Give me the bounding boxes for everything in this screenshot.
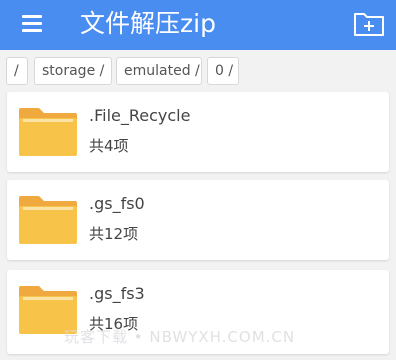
folder-item-count: 共12项 [89,225,139,243]
breadcrumb-0[interactable]: 0 / [207,57,239,85]
folder-icon [19,108,77,156]
folder-name: .gs_fs3 [89,284,145,303]
watermark: 玩客下载 • NBWYXH.COM.CN [64,328,296,346]
new-folder-plus-icon [354,13,384,36]
list-item-folder[interactable]: .File_Recycle 共4项 [7,92,389,172]
new-folder-button[interactable] [352,10,386,38]
breadcrumb-emulated[interactable]: emulated / [116,57,202,85]
hamburger-menu-icon [22,15,42,18]
list-item-folder[interactable]: .gs_fs0 共12项 [7,180,389,260]
folder-name: .gs_fs0 [89,194,145,213]
app-bar: 文件解压zip [0,0,396,50]
breadcrumb-root[interactable]: / [6,57,28,85]
app-title: 文件解压zip [80,9,216,38]
folder-item-count: 共4项 [89,137,129,155]
menu-button[interactable] [18,12,46,36]
breadcrumb: / storage / emulated / 0 / [0,50,396,92]
hamburger-line [22,22,42,25]
folder-name: .File_Recycle [89,106,191,125]
hamburger-line [22,29,42,32]
folder-icon [19,196,77,244]
breadcrumb-storage[interactable]: storage / [34,57,112,85]
